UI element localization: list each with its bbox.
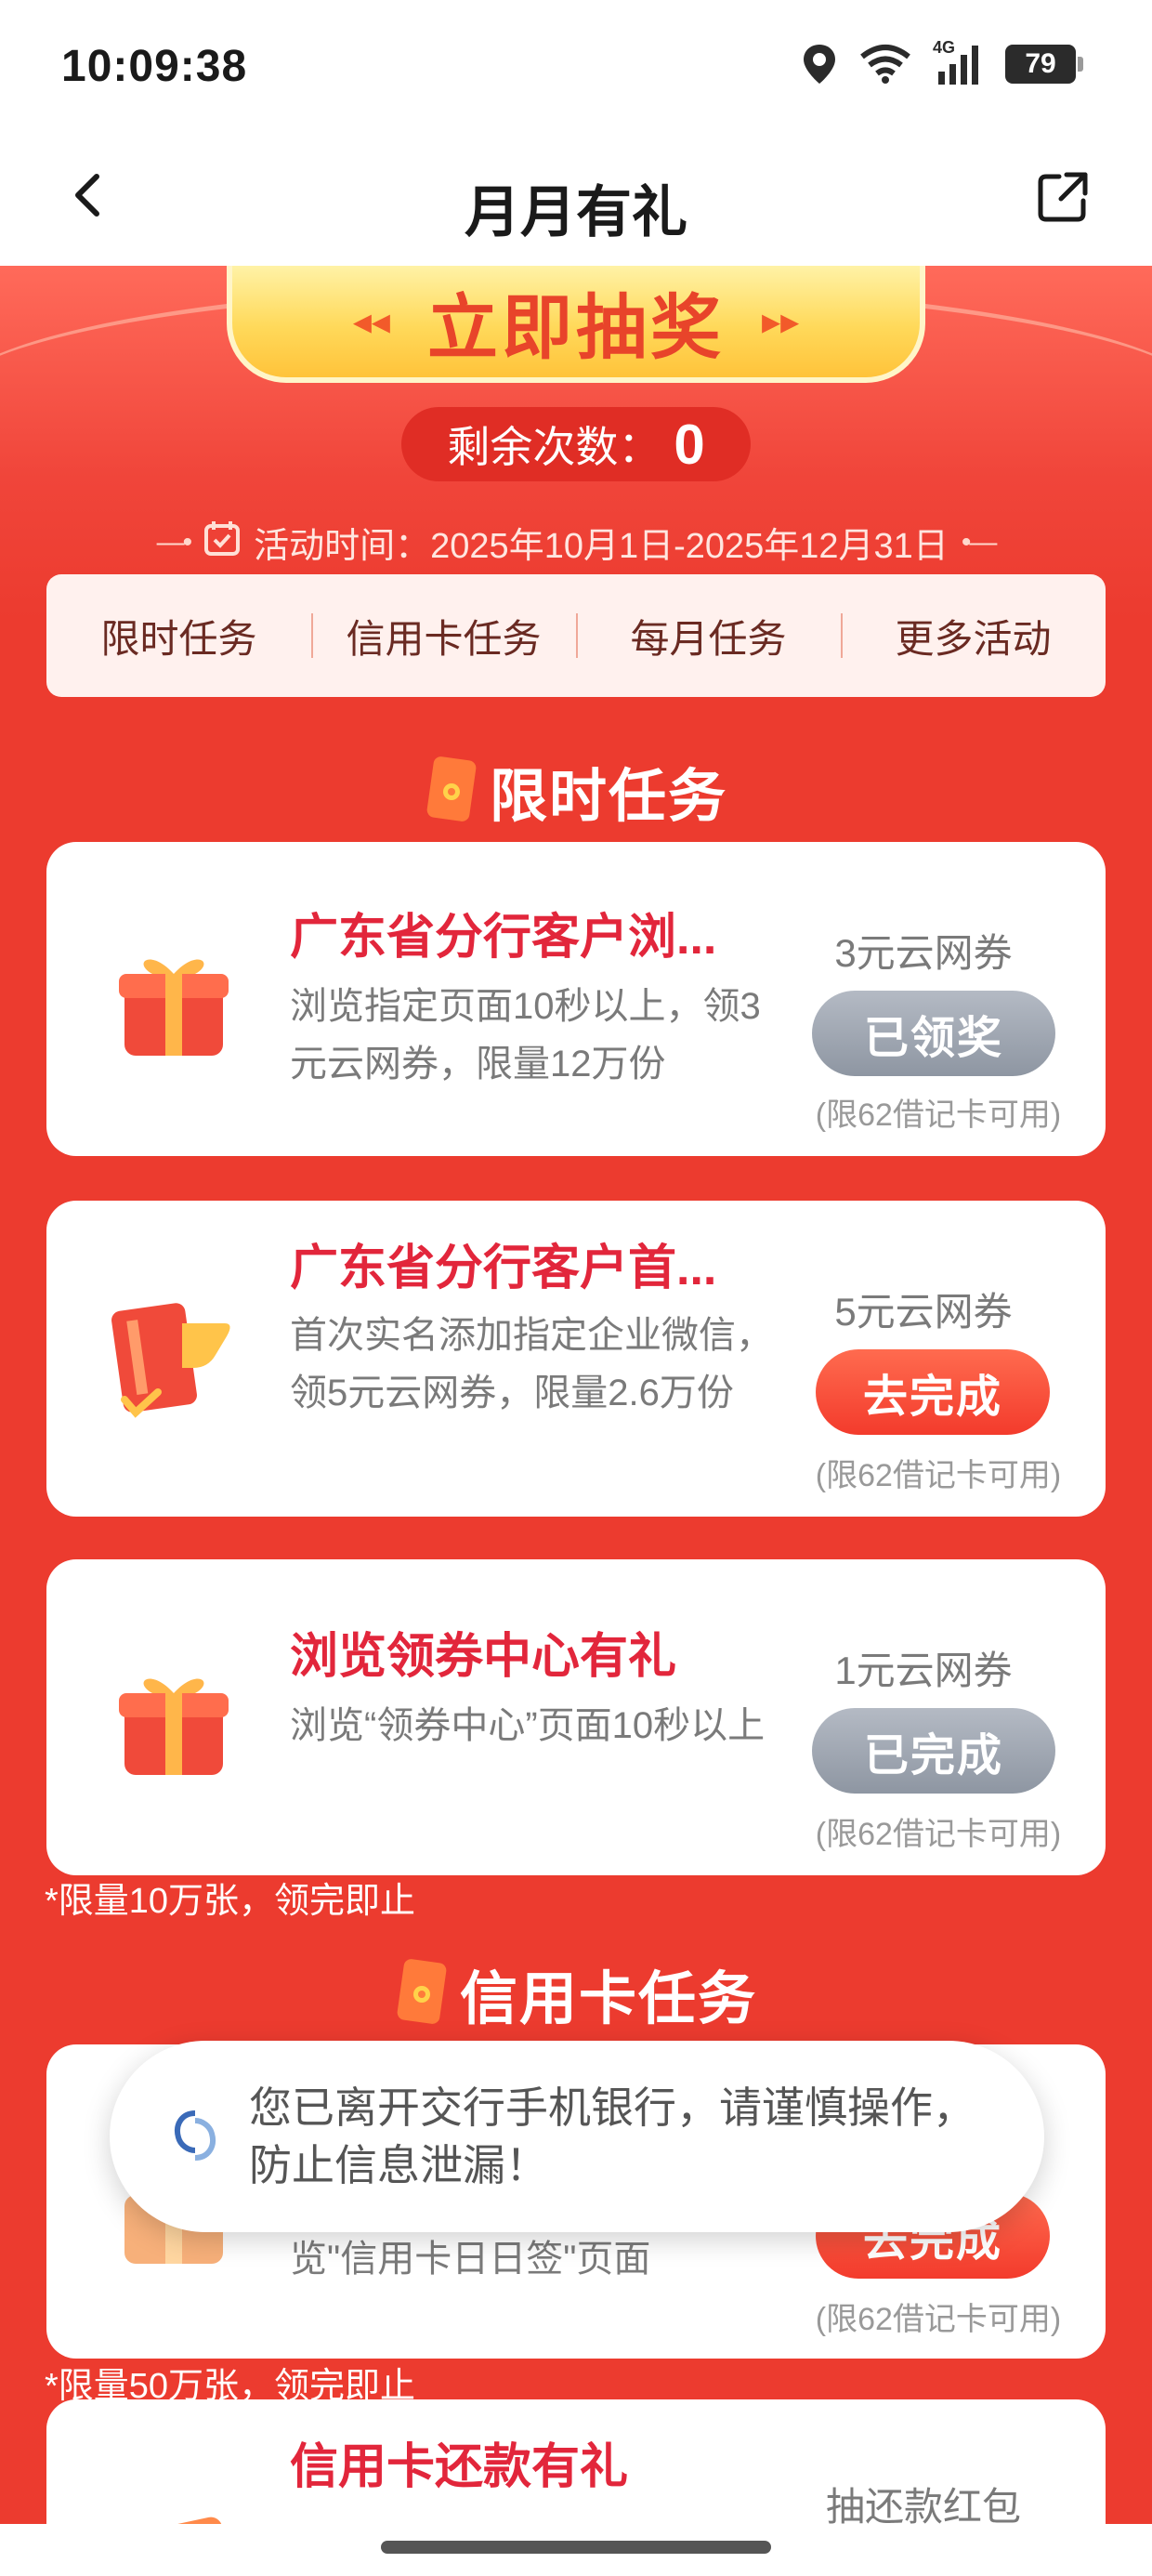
bocom-logo-icon — [167, 2108, 223, 2163]
task-title: 广东省分行客户首... — [290, 1242, 717, 1295]
leave-app-toast: 您已离开交行手机银行，请谨慎操作，防止信息泄漏！ — [110, 2041, 1044, 2232]
calendar-icon — [203, 519, 241, 566]
tab-more-activities[interactable]: 更多活动 — [841, 608, 1106, 664]
section-title-text: 信用卡任务 — [459, 1967, 757, 2031]
task-title: 广东省分行客户浏... — [290, 911, 717, 965]
gift-box-icon — [104, 929, 243, 1069]
wifi-icon — [858, 44, 912, 85]
credit-card-icon — [104, 2489, 243, 2524]
right-arrows-icon: ▸▸ — [762, 301, 800, 342]
claimed-button[interactable]: 已领奖 — [812, 991, 1055, 1076]
remaining-count: 0 — [674, 413, 705, 476]
task-card: 广东省分行客户首... 首次实名添加指定企业微信，领5元云网券，限量2.6万份 … — [46, 1201, 1106, 1517]
task-title: 浏览领券中心有礼 — [290, 1630, 677, 1684]
toast-message: 您已离开交行手机银行，请谨慎操作，防止信息泄漏！ — [249, 2083, 975, 2189]
completed-button[interactable]: 已完成 — [812, 1708, 1055, 1794]
limited-note: *限量10万张，领完即止 — [45, 1882, 416, 1921]
tab-monthly-tasks[interactable]: 每月任务 — [576, 608, 841, 664]
tab-limited-tasks[interactable]: 限时任务 — [46, 608, 311, 664]
task-limit: (限62借记卡可用) — [815, 2302, 1062, 2337]
activity-period-text: 活动时间：2025年10月1日-2025年12月31日 — [254, 527, 949, 566]
task-description: 浏览指定页面10秒以上，领3元云网券，限量12万份 — [290, 986, 761, 1084]
remaining-draws: 剩余次数： 0 — [401, 407, 751, 481]
task-tabs: 限时任务 信用卡任务 每月任务 更多活动 — [46, 574, 1106, 697]
share-icon[interactable] — [1035, 169, 1091, 225]
go-complete-button[interactable]: 去完成 — [816, 1349, 1050, 1435]
page-title: 月月有礼 — [465, 181, 687, 243]
location-icon — [801, 43, 838, 85]
activity-period: —• 活动时间：2025年10月1日-2025年12月31日 •— — [0, 517, 1152, 568]
task-description: 览"信用卡日日签"页面 — [290, 2239, 651, 2280]
task-card: 信用卡还款有礼 抽还款红包 — [46, 2399, 1106, 2524]
task-reward: 5元云网券 — [834, 1290, 1013, 1334]
battery-icon: 79 — [1005, 45, 1083, 84]
status-bar: 10:09:38 4G 79 — [0, 0, 1152, 130]
task-card: 浏览领券中心有礼 浏览“领券中心”页面10秒以上 1元云网券 已完成 (限62借… — [46, 1559, 1106, 1875]
left-arrows-icon: ◂◂ — [352, 301, 390, 342]
draw-now-button[interactable]: ◂◂ 立即抽奖 ▸▸ — [227, 266, 925, 383]
card-document-icon — [104, 1290, 243, 1429]
gift-box-icon — [104, 1649, 243, 1788]
network-type: 4G — [933, 38, 956, 57]
section-title-credit: 信用卡任务 — [0, 1952, 1152, 2035]
draw-now-label: 立即抽奖 — [427, 289, 725, 368]
red-envelope-icon — [425, 755, 478, 828]
section-title-limited: 限时任务 — [0, 749, 1152, 833]
section-title-text: 限时任务 — [489, 765, 727, 829]
task-limit: (限62借记卡可用) — [815, 1097, 1062, 1133]
task-reward: 抽还款红包 — [825, 2485, 1021, 2524]
home-indicator[interactable] — [381, 2541, 771, 2554]
remaining-label: 剩余次数： — [447, 423, 661, 471]
task-limit: (限62借记卡可用) — [815, 1817, 1062, 1852]
bottom-bar — [0, 2524, 1152, 2576]
task-title: 信用卡还款有礼 — [290, 2440, 629, 2494]
task-reward: 1元云网券 — [834, 1649, 1013, 1692]
task-description: 浏览“领券中心”页面10秒以上 — [290, 1705, 766, 1746]
task-limit: (限62借记卡可用) — [815, 1458, 1062, 1493]
nav-bar: 月月有礼 — [0, 130, 1152, 266]
divider-left: —• — [156, 526, 192, 558]
tab-credit-card-tasks[interactable]: 信用卡任务 — [311, 608, 576, 664]
task-card: 广东省分行客户浏... 浏览指定页面10秒以上，领3元云网券，限量12万份 3元… — [46, 842, 1106, 1156]
task-reward: 3元云网券 — [834, 931, 1013, 975]
signal-icon: 4G — [933, 38, 985, 85]
red-envelope-icon — [395, 1957, 449, 2031]
task-description: 首次实名添加指定企业微信，领5元云网券，限量2.6万份 — [290, 1315, 773, 1413]
status-time: 10:09:38 — [61, 42, 248, 91]
divider-right: •— — [961, 526, 997, 558]
status-icons: 4G 79 — [801, 38, 1083, 85]
